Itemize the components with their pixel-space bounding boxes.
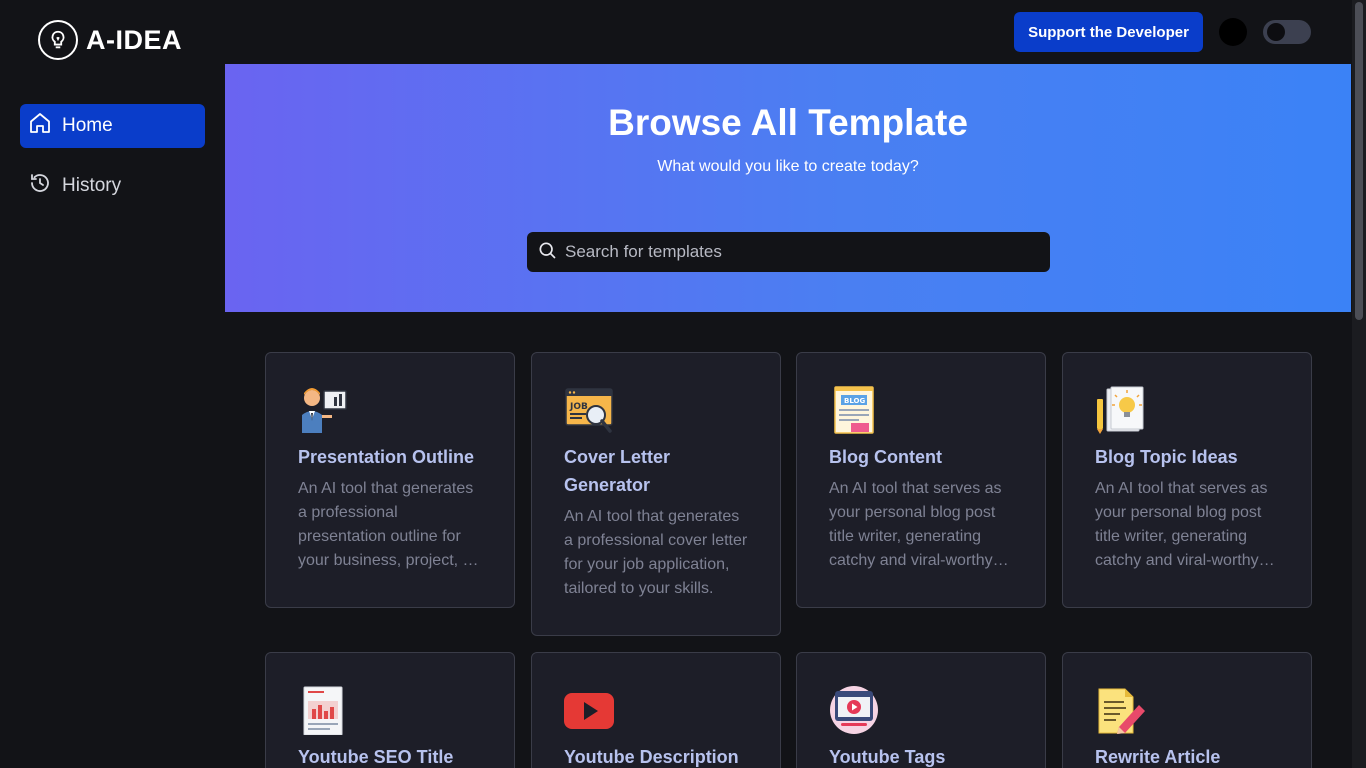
page-scrollbar[interactable] (1352, 0, 1366, 768)
blog-page-icon: BLOG (829, 385, 879, 435)
template-card-youtube-seo-title[interactable]: Youtube SEO Title (265, 652, 515, 768)
video-tags-icon (829, 685, 879, 735)
template-card-blog-topic-ideas[interactable]: Blog Topic Ideas An AI tool that serves … (1062, 352, 1312, 608)
avatar[interactable] (1219, 18, 1247, 46)
theme-toggle[interactable] (1263, 20, 1311, 44)
app-name: A-IDEA (86, 24, 182, 55)
top-bar: A-IDEA Support the Developer (0, 0, 1352, 64)
job-search-icon: JOB (564, 385, 614, 435)
page-subtitle: What would you like to create today? (657, 158, 919, 175)
template-card-rewrite-article[interactable]: Rewrite Article (1062, 652, 1312, 768)
page-title: Browse All Template (608, 102, 968, 143)
template-card-youtube-tags[interactable]: Youtube Tags (796, 652, 1046, 768)
scrollbar-thumb[interactable] (1355, 2, 1363, 320)
search-icon (537, 240, 557, 265)
app-logo[interactable]: A-IDEA (38, 20, 182, 60)
sidebar-item-home[interactable]: Home (20, 104, 205, 148)
sidebar: Home History (0, 64, 225, 768)
card-description: An AI tool that serves as your personal … (1095, 480, 1268, 569)
card-title: Youtube Tags (829, 747, 946, 767)
svg-text:JOB: JOB (569, 402, 588, 412)
card-title: Youtube SEO Title (298, 747, 454, 767)
lightbulb-document-icon (1095, 385, 1145, 435)
presenter-icon (298, 385, 348, 435)
card-title: Rewrite Article (1095, 747, 1221, 767)
card-title: Blog Content (829, 447, 942, 467)
sidebar-item-label: History (62, 175, 122, 196)
svg-text:BLOG: BLOG (844, 397, 865, 405)
history-icon (28, 171, 52, 201)
search-input[interactable] (565, 242, 1025, 262)
hero-banner: Browse All Template What would you like … (225, 64, 1351, 312)
card-description: An AI tool that generates a professional… (564, 508, 748, 597)
rewrite-pencil-icon (1095, 685, 1145, 735)
template-card-youtube-description[interactable]: Youtube Description (531, 652, 781, 768)
sidebar-item-label: Home (62, 115, 113, 136)
home-icon (28, 111, 52, 141)
card-description: An AI tool that serves as your personal … (829, 480, 1002, 569)
card-title: Cover Letter Generator (564, 447, 671, 495)
search-bar[interactable] (527, 232, 1050, 272)
template-card-cover-letter-generator[interactable]: JOB Cover Letter Generator An AI tool th… (531, 352, 781, 636)
template-card-presentation-outline[interactable]: Presentation Outline An AI tool that gen… (265, 352, 515, 608)
card-title: Blog Topic Ideas (1095, 447, 1238, 467)
card-title: Youtube Description (564, 747, 739, 767)
toggle-knob (1267, 23, 1285, 41)
youtube-icon (564, 685, 614, 735)
seo-report-icon (298, 685, 348, 736)
template-card-blog-content[interactable]: BLOG Blog Content An AI tool that serves… (796, 352, 1046, 608)
support-developer-button[interactable]: Support the Developer (1014, 12, 1203, 52)
sidebar-item-history[interactable]: History (20, 164, 205, 208)
card-description: An AI tool that generates a professional… (298, 480, 477, 569)
lightbulb-logo-icon (38, 20, 78, 60)
card-title: Presentation Outline (298, 447, 475, 467)
